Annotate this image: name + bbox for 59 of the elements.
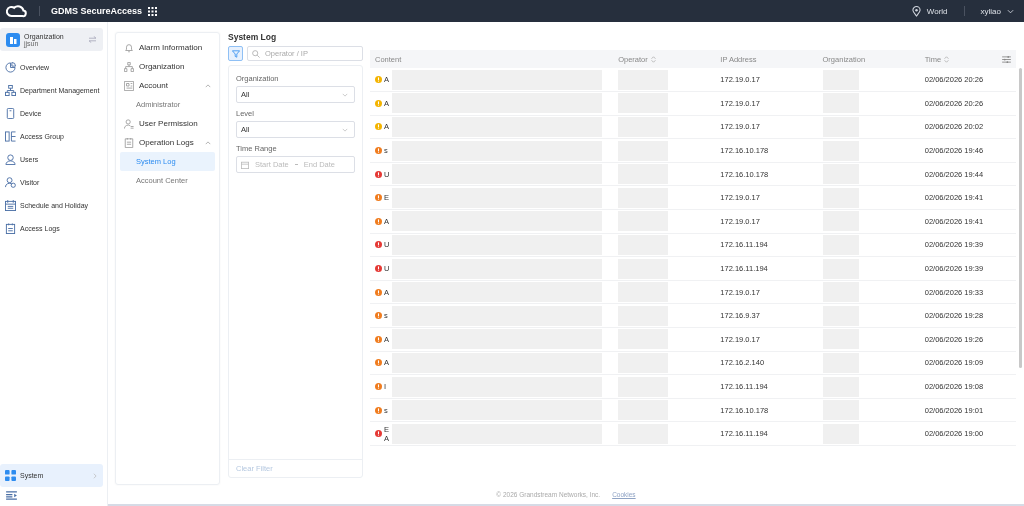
department-icon: [5, 85, 16, 96]
bell-icon: [124, 42, 134, 53]
chevron-down-icon[interactable]: [1007, 8, 1014, 14]
alert-icon: [375, 406, 382, 414]
submenu-item[interactable]: Alarm Information: [120, 38, 215, 57]
grid-icon: [5, 470, 16, 481]
sort-icon[interactable]: [650, 56, 656, 63]
chevron-icon: [205, 83, 211, 88]
submenu-item[interactable]: Organization: [120, 57, 215, 76]
filter-icon: [231, 49, 240, 58]
alert-icon: [375, 430, 382, 438]
permission-icon: [124, 118, 134, 129]
alert-icon: [375, 335, 382, 343]
alert-icon: [375, 170, 382, 178]
page-title: System Log: [228, 32, 278, 44]
account-icon: [124, 80, 134, 91]
chevron-down-icon: [342, 127, 348, 132]
alert-icon: [375, 312, 382, 320]
search-icon: [252, 49, 260, 58]
region-selector[interactable]: World: [926, 6, 948, 16]
logs-icon: [5, 223, 16, 234]
alert-icon: [375, 359, 382, 367]
column-settings-icon[interactable]: [1002, 55, 1011, 63]
user-menu[interactable]: xyliao: [980, 6, 1001, 16]
chevron-down-icon: [342, 92, 348, 97]
calendar-icon: [5, 200, 16, 211]
submenu-item[interactable]: User Permission: [120, 114, 215, 133]
device-icon: [5, 108, 16, 119]
filter-toggle-button[interactable]: [228, 46, 243, 61]
apps-grid-icon[interactable]: [148, 6, 158, 16]
location-pin-icon: [911, 5, 921, 17]
overview-icon: [5, 62, 16, 73]
chevron-right-icon: [93, 472, 97, 479]
swap-icon[interactable]: [88, 36, 97, 43]
alert-icon: [375, 265, 382, 273]
group-icon: [5, 131, 16, 142]
chevron-icon: [205, 140, 211, 145]
building-icon: [6, 32, 20, 47]
sort-icon[interactable]: [944, 56, 950, 63]
alert-icon: [375, 288, 382, 296]
app-title: GDMS SecureAccess: [51, 6, 143, 16]
submenu-item[interactable]: Account: [120, 76, 215, 95]
alert-icon: [375, 76, 382, 84]
scrollbar[interactable]: [1019, 68, 1022, 368]
submenu-item[interactable]: Operation Logs: [120, 133, 215, 152]
alert-icon: [375, 241, 382, 249]
alert-icon: [375, 383, 382, 390]
users-icon: [5, 154, 16, 165]
calendar-icon: [241, 160, 249, 169]
alert-icon: [375, 217, 382, 225]
cloud-logo-icon: [6, 4, 28, 18]
alert-icon: [375, 99, 382, 107]
doc-icon: [124, 137, 134, 148]
org-icon: [124, 61, 134, 72]
alert-icon: [375, 194, 382, 202]
collapse-menu-icon[interactable]: [6, 491, 17, 500]
visitor-icon: [5, 177, 16, 188]
alert-icon: [375, 123, 382, 131]
alert-icon: [375, 147, 382, 155]
